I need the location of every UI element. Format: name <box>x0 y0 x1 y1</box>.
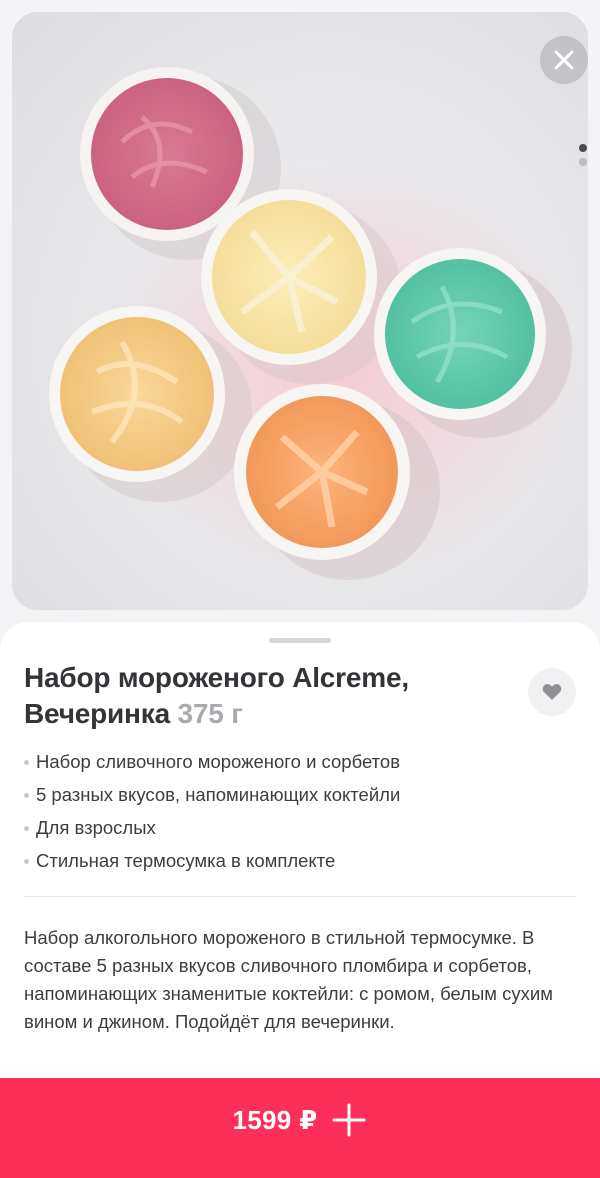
feature-item: Набор сливочного мороженого и сорбетов <box>24 748 564 781</box>
add-to-cart-button[interactable]: 1599 ₽ <box>0 1078 600 1178</box>
cart-price: 1599 ₽ <box>232 1104 318 1135</box>
bullet-dot <box>24 859 29 864</box>
plus-icon <box>332 1103 366 1137</box>
heart-icon <box>542 684 562 700</box>
pagination-dot[interactable] <box>579 158 587 166</box>
section-divider <box>24 896 576 897</box>
product-title: Набор мороженого Alcreme, Вечеринка 375 … <box>24 660 504 732</box>
sheet-grabber[interactable] <box>269 638 331 643</box>
ice-cream-cups-illustration <box>49 67 582 582</box>
bullet-dot <box>24 793 29 798</box>
favorite-button[interactable] <box>528 668 576 716</box>
close-icon <box>554 50 574 70</box>
feature-item: Стильная термосумка в комплекте <box>24 847 564 880</box>
product-weight: 375 г <box>177 698 243 729</box>
add-to-cart-content: 1599 ₽ <box>233 1102 368 1138</box>
pagination-dot-active[interactable] <box>579 144 587 152</box>
bullet-dot <box>24 760 29 765</box>
feature-text: Для взрослых <box>36 817 156 838</box>
close-button[interactable] <box>540 36 588 84</box>
feature-item: Для взрослых <box>24 814 564 847</box>
feature-text: Стильная термосумка в комплекте <box>36 850 336 871</box>
product-card-screen: Набор мороженого Alcreme, Вечеринка 375 … <box>0 0 600 1178</box>
product-description: Набор алкогольного мороженого в стильной… <box>24 927 553 1032</box>
product-features-list: Набор сливочного мороженого и сорбетов 5… <box>24 748 564 880</box>
gallery-pagination <box>578 144 588 174</box>
product-image[interactable] <box>12 12 588 610</box>
feature-text: Набор сливочного мороженого и сорбетов <box>36 751 401 772</box>
bullet-dot <box>24 826 29 831</box>
feature-text: 5 разных вкусов, напоминающих коктейли <box>36 784 401 805</box>
feature-item: 5 разных вкусов, напоминающих коктейли <box>24 781 564 814</box>
